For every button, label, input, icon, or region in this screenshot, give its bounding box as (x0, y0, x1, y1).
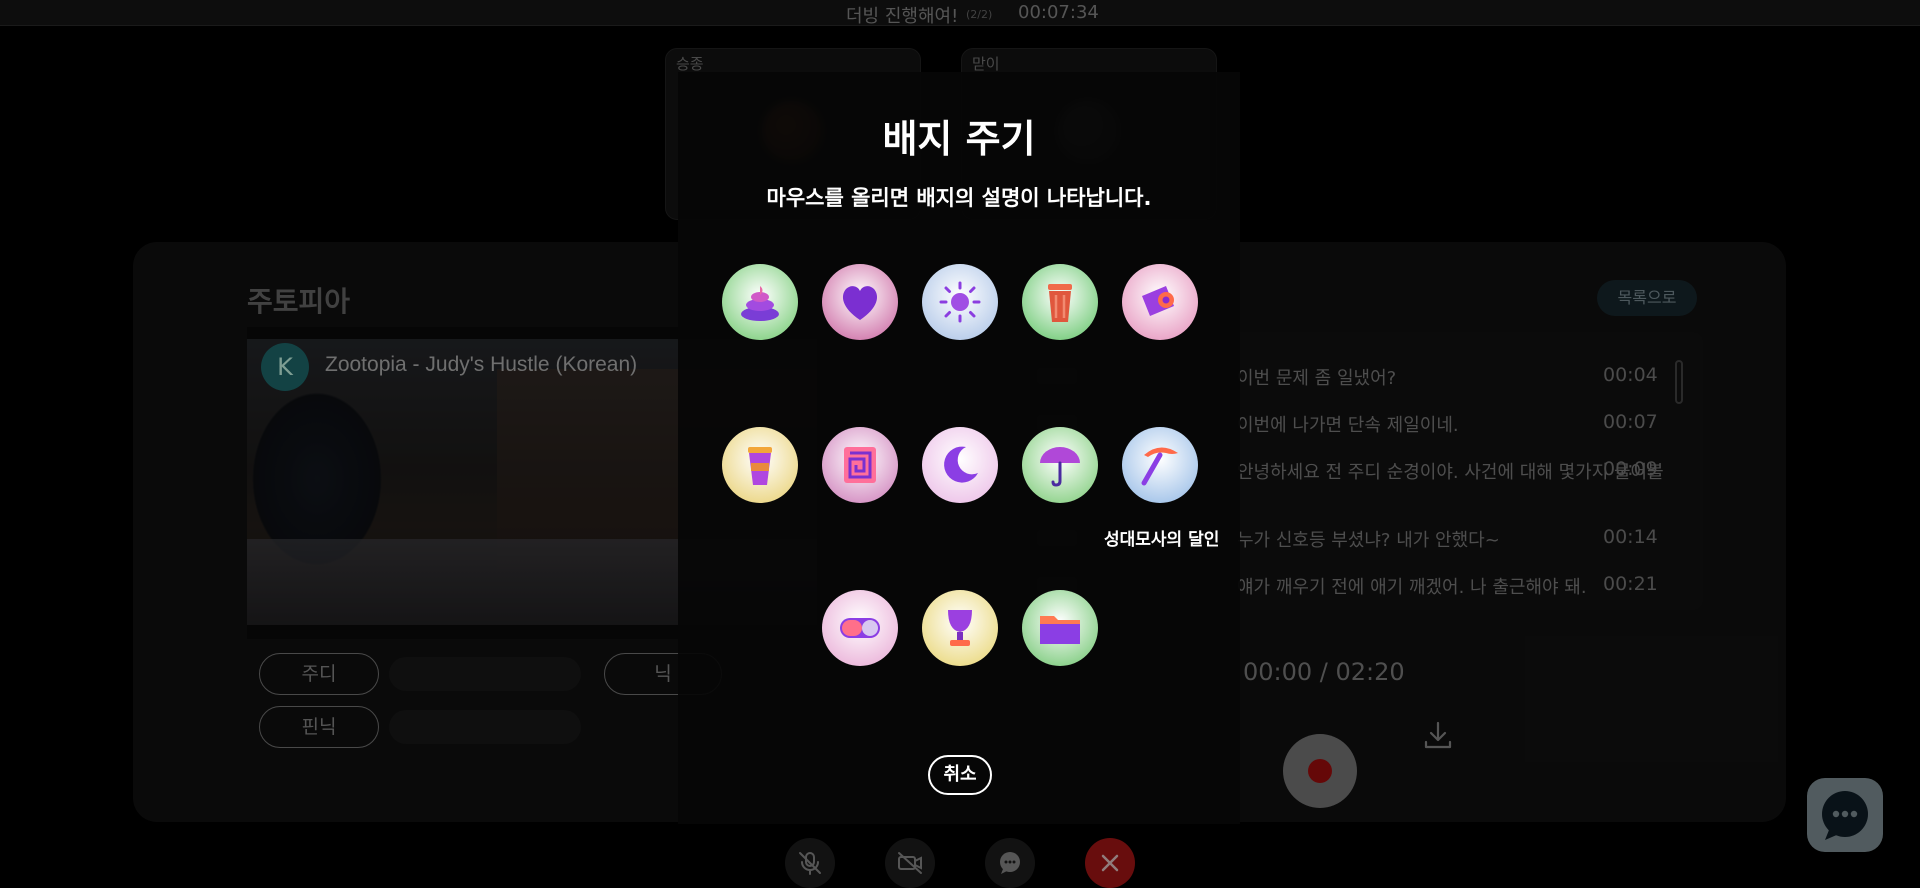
badge-pickaxe[interactable] (1122, 427, 1198, 503)
badge-toggle[interactable] (822, 590, 898, 666)
modal-title: 배지 주기 (882, 117, 1036, 161)
badge-cup[interactable] (722, 427, 798, 503)
toggle-icon (840, 618, 880, 638)
badge-poop[interactable] (722, 264, 798, 340)
maze-icon (844, 447, 876, 483)
badge-trophy[interactable] (922, 590, 998, 666)
badge-folder[interactable] (1022, 590, 1098, 666)
umbrella-icon (1040, 447, 1080, 487)
badge-sun[interactable] (922, 264, 998, 340)
cancel-button[interactable]: 취소 (928, 755, 992, 795)
folder-icon (1040, 616, 1080, 644)
modal-subtitle: 마우스를 올리면 배지의 설명이 나타납니다. (766, 186, 1152, 210)
moon-icon (944, 446, 978, 483)
badge-umbrella[interactable] (1022, 427, 1098, 503)
badge-tooltip: 성대모사의 달인 (1104, 530, 1220, 550)
badge-maze[interactable] (822, 427, 898, 503)
heart-icon (842, 286, 878, 320)
badge-camera[interactable] (1122, 264, 1198, 340)
sun-icon (939, 281, 981, 323)
badge-trash-bin[interactable] (1022, 264, 1098, 340)
trophy-icon (948, 610, 972, 646)
give-badge-modal: 배지 주기 마우스를 올리면 배지의 설명이 나타납니다. 성대모사의 달인 취… (678, 72, 1240, 824)
poop-icon (741, 286, 779, 321)
camera-icon (1142, 286, 1174, 316)
badge-heart[interactable] (822, 264, 898, 340)
cup-icon (748, 447, 772, 485)
trash-bin-icon (1048, 284, 1072, 322)
badge-moon[interactable] (922, 427, 998, 503)
pickaxe-icon (1141, 447, 1178, 486)
